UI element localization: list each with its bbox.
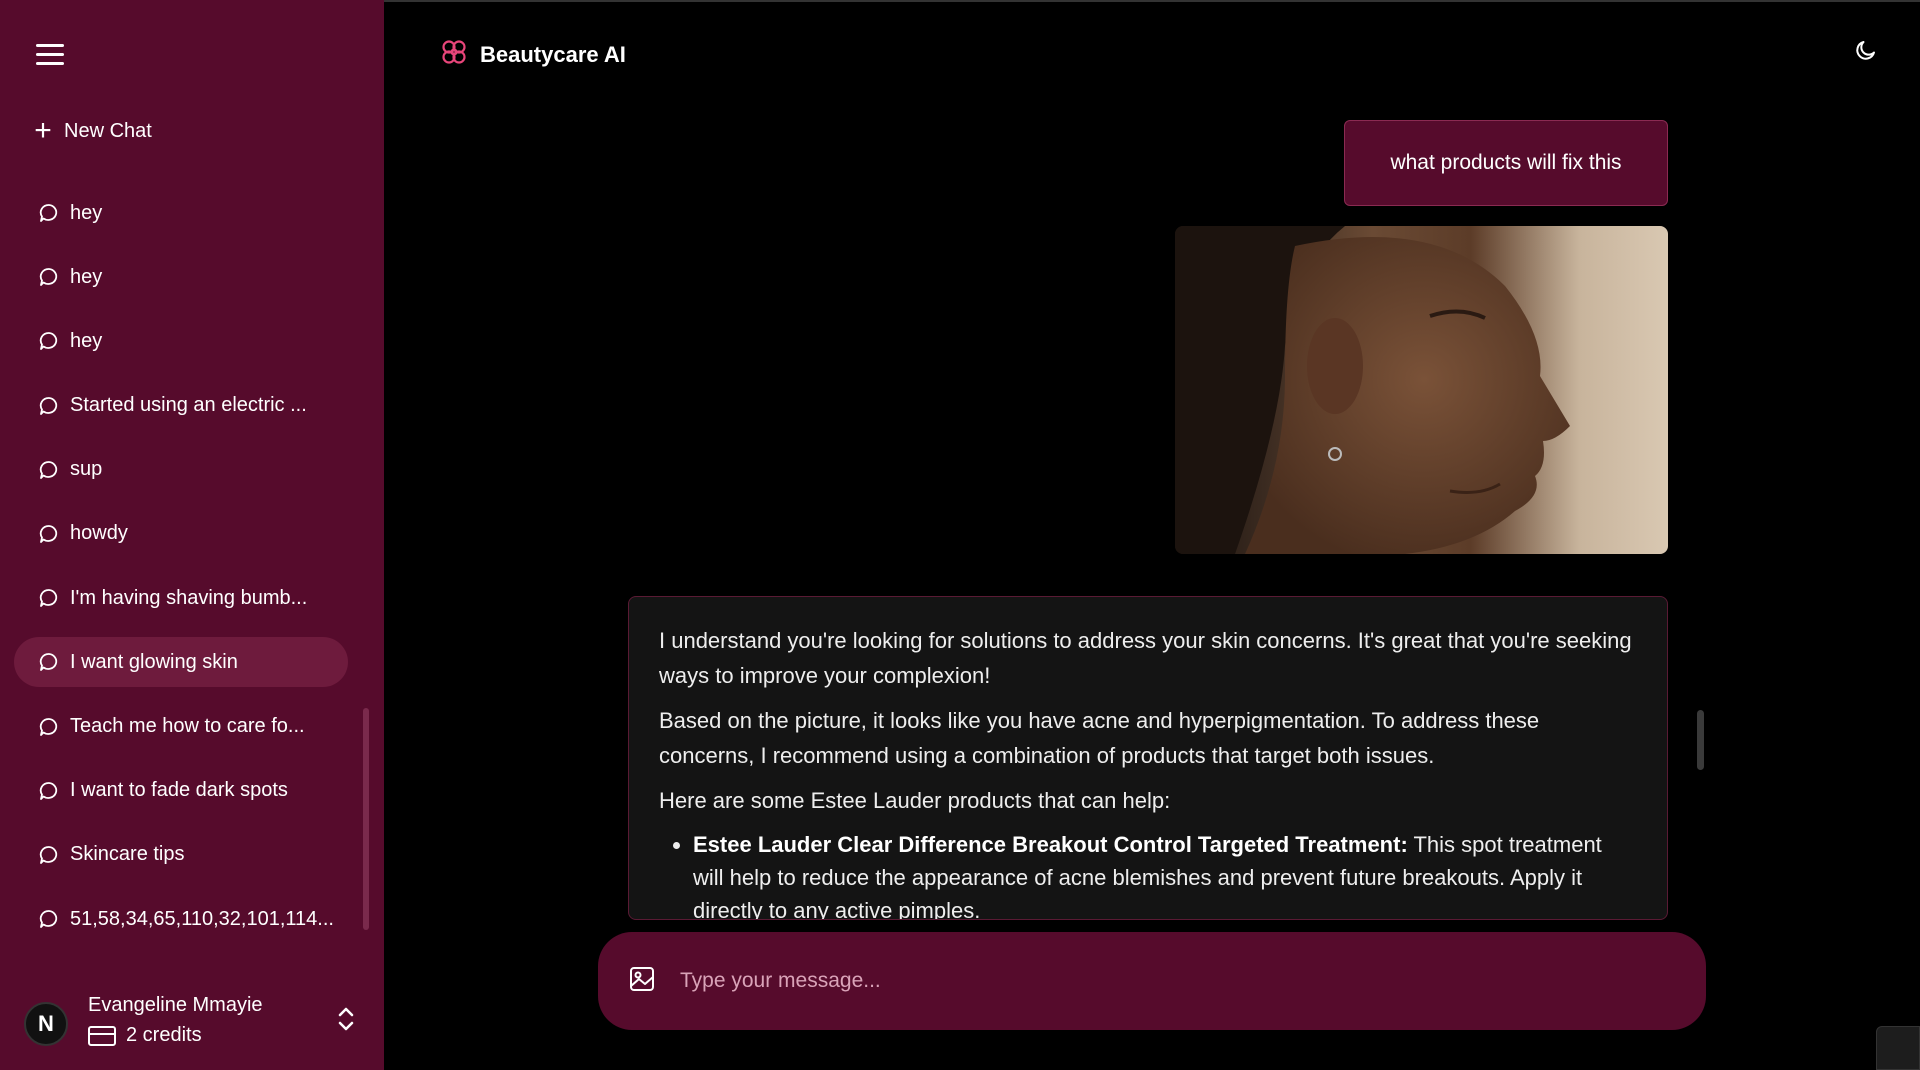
chat-bubble-icon (38, 780, 60, 802)
product-name: Estee Lauder Clear Difference Breakout C… (693, 832, 1408, 857)
uploaded-photo[interactable] (1175, 226, 1668, 554)
assistant-paragraph: Here are some Estee Lauder products that… (659, 788, 1171, 813)
credit-card-icon (88, 1025, 116, 1046)
avatar[interactable]: N (24, 1002, 68, 1046)
sidebar-chat-item[interactable]: howdy (14, 509, 348, 559)
chat-bubble-icon (38, 395, 60, 417)
sidebar-chat-label: hey (70, 265, 103, 288)
chat-bubble-icon (38, 844, 60, 866)
chat-bubble-icon (38, 716, 60, 738)
corner-widget[interactable] (1876, 1026, 1920, 1070)
product-list-item: Estee Lauder Clear Difference Breakout C… (693, 828, 1637, 919)
header: Beautycare AI (384, 0, 1920, 100)
credits-info: 2 credits (88, 1024, 202, 1047)
chat-bubble-icon (38, 202, 60, 224)
flower-logo-icon (440, 38, 468, 71)
chat-bubble-icon (38, 459, 60, 481)
assistant-paragraph: I understand you're looking for solution… (659, 628, 1632, 688)
sidebar-chat-label: howdy (70, 522, 128, 545)
chat-scrollbar[interactable] (1697, 710, 1704, 770)
image-upload-icon[interactable] (628, 965, 656, 998)
chat-history-list: hey hey hey Started using an electric ... su… (14, 188, 348, 958)
sidebar-chat-item[interactable]: hey (14, 188, 348, 238)
app-root: + New Chat hey hey hey Started using an ele… (0, 0, 1920, 1070)
sidebar-chat-label: Skincare tips (70, 843, 185, 866)
sidebar-chat-label: I want glowing skin (70, 650, 238, 673)
chat-bubble-icon (38, 523, 60, 545)
chat-bubble-icon (38, 651, 60, 673)
app-title: Beautycare AI (480, 41, 626, 67)
assistant-message: I understand you're looking for solution… (628, 596, 1668, 920)
sidebar-chat-item[interactable]: I want to fade dark spots (14, 766, 348, 816)
sidebar-chat-label: I'm having shaving bumb... (70, 586, 308, 609)
sidebar: + New Chat hey hey hey Started using an ele… (0, 0, 384, 1070)
chevron-up-down-icon[interactable] (336, 1004, 356, 1039)
new-chat-button[interactable]: + New Chat (32, 114, 152, 148)
message-composer (598, 932, 1706, 1030)
sidebar-chat-item[interactable]: hey (14, 252, 348, 302)
plus-icon: + (34, 114, 52, 147)
sidebar-chat-item[interactable]: Started using an electric ... (14, 381, 348, 431)
sidebar-chat-label: Started using an electric ... (70, 394, 307, 417)
chat-bubble-icon (38, 908, 60, 930)
chat-bubble-icon (38, 587, 60, 609)
sidebar-chat-label: Teach me how to care fo... (70, 715, 305, 737)
sidebar-chat-item[interactable]: Skincare tips (14, 830, 348, 880)
chat-bubble-icon (38, 266, 60, 288)
sidebar-chat-item[interactable]: sup (14, 445, 348, 495)
chat-bubble-icon (38, 330, 60, 352)
sidebar-chat-label: sup (70, 458, 103, 481)
sidebar-chat-label: I want to fade dark spots (70, 779, 288, 802)
sidebar-chat-item[interactable]: Teach me how to care fo... (14, 702, 348, 752)
user-message: what products will fix this (1344, 120, 1668, 206)
sidebar-chat-item[interactable]: 51,58,34,65,110,32,101,114... (14, 894, 348, 944)
assistant-paragraph: Based on the picture, it looks like you … (659, 708, 1540, 768)
sidebar-chat-item[interactable]: I'm having shaving bumb... (14, 573, 348, 623)
sidebar-chat-item[interactable]: hey (14, 316, 348, 366)
sidebar-chat-label: 51,58,34,65,110,32,101,114... (70, 907, 334, 930)
product-list: Estee Lauder Clear Difference Breakout C… (659, 828, 1637, 919)
message-input[interactable] (680, 956, 1706, 1006)
sidebar-chat-label: hey (70, 201, 103, 224)
menu-icon[interactable] (36, 44, 64, 68)
sidebar-scrollbar[interactable] (363, 708, 369, 930)
user-name: Evangeline Mmayie (88, 994, 263, 1016)
new-chat-label: New Chat (64, 119, 152, 142)
moon-icon[interactable] (1854, 38, 1878, 67)
brand-logo[interactable]: Beautycare AI (440, 38, 626, 71)
user-panel[interactable]: N Evangeline Mmayie 2 credits (24, 990, 364, 1056)
sidebar-chat-item[interactable]: I want glowing skin (14, 637, 348, 688)
sidebar-chat-label: hey (70, 329, 103, 352)
credits-label: 2 credits (126, 1024, 202, 1046)
